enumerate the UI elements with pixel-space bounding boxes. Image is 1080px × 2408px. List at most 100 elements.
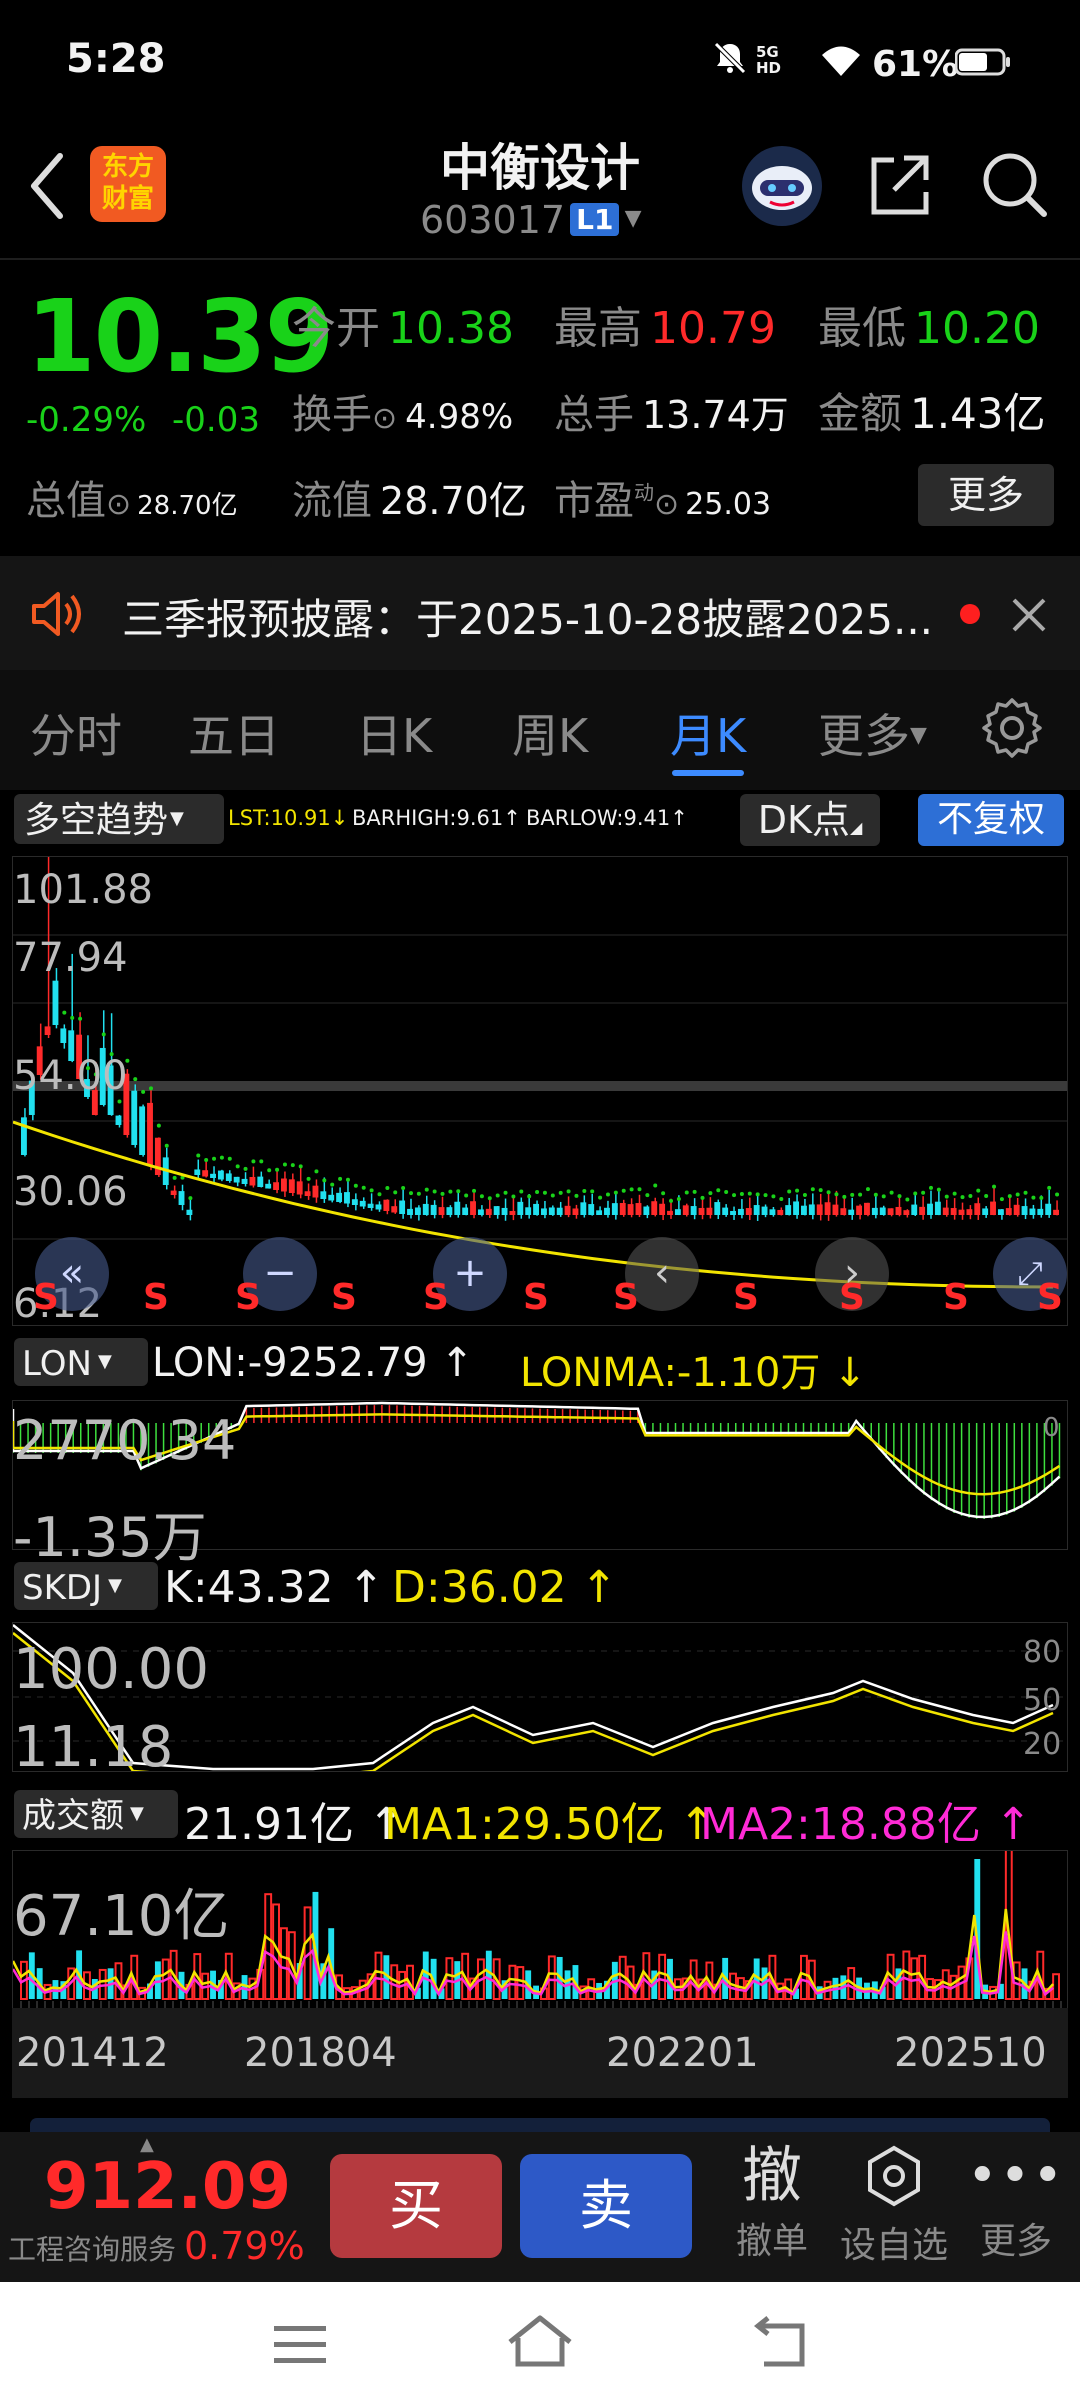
wifi-icon [820,44,862,78]
amount-bar [658,1953,667,2000]
caret-down-icon: ▼ [97,1351,112,1372]
mktcap-label: 总值 [26,478,106,524]
skdj-chart[interactable]: 100.00 11.18 80 50 20 [12,1622,1068,1780]
tab-monthly-k[interactable]: 月K [670,700,746,766]
tab-daily-k[interactable]: 日K [356,700,432,766]
active-tab-indicator [672,770,744,776]
pe-value: 25.03 [685,487,772,522]
barlow-value: BARLOW:9.41↑ [526,806,688,830]
unread-dot [960,604,980,624]
kline-chart[interactable]: 101.88 77.94 54.00 30.06 6.12 « − + ‹ › … [12,856,1068,1327]
chevron-down-icon: ▼ [624,206,642,231]
dk-label: DK点 [757,798,850,842]
float-stat: 流值 28.70亿 [292,468,527,526]
tab-five-day[interactable]: 五日 [188,700,280,766]
back-icon[interactable] [26,150,66,222]
close-icon[interactable] [1010,596,1048,634]
more-quote-button[interactable]: 更多 [918,464,1054,526]
amount-bar [154,1961,161,1999]
battery-icon [954,48,1011,76]
amount-bar [280,1927,288,2000]
volume-value: 13.74万 [642,393,789,437]
amount-selector[interactable]: 成交额 ▼ [14,1790,178,1838]
skdj-y-top: 100.00 [13,1637,209,1702]
tab-more-label: 更多 [818,709,910,763]
home-icon[interactable] [506,2314,574,2370]
lon-y-top: 2770.34 [13,1409,237,1472]
cancel-glyph-icon: 撤 [742,2141,802,2211]
float-label: 流值 [292,478,372,524]
add-watchlist-button[interactable]: 设自选 [836,2140,952,2268]
tab-intraday[interactable]: 分时 [30,700,122,766]
amount-bar [547,1955,556,2000]
tab-weekly-k[interactable]: 周K [512,700,588,766]
pe-label: 市盈 [554,478,634,524]
sell-signal-marker: S [143,1277,169,1318]
speaker-icon [28,586,88,642]
back-nav-icon[interactable] [752,2316,812,2372]
amount-indicator-name: 成交额 [22,1796,124,1836]
lon-chart[interactable]: 2770.34 -1.35万 0 [12,1400,1068,1569]
network-label: 5G HD [756,43,782,77]
watchlist-icon [868,2145,920,2207]
lon-selector[interactable]: LON ▼ [14,1338,148,1386]
amount-bar [910,1957,919,2001]
sell-signal-marker: S [613,1277,639,1318]
skdj-name: SKDJ [22,1568,103,1608]
sector-name[interactable]: 工程咨询服务 [8,2228,176,2268]
skdj-level-20: 20 [1023,1727,1062,1762]
skdj-selector[interactable]: SKDJ ▼ [14,1562,158,1610]
search-icon[interactable] [978,148,1050,220]
stock-code-selector[interactable]: 603017 L1 ▼ [420,198,642,244]
dk-point-button[interactable]: DK点◢ [740,794,880,846]
amount-bar [374,1951,383,2000]
change-amount: -0.03 [172,400,260,440]
stock-code: 603017 [420,198,566,242]
buy-button[interactable]: 买 [330,2154,502,2258]
sector-index-value[interactable]: 912.09 [44,2150,291,2224]
corner-caret-icon: ◢ [849,818,863,837]
logo-text-2: 财富 [101,184,154,214]
turnover-value: 4.98% [405,397,514,437]
adjust-mode-button[interactable]: 不复权 [918,794,1064,846]
skdj-y-bottom: 11.18 [13,1715,174,1780]
lon-zero-label: 0 [1043,1413,1060,1443]
low-stat: 最低 10.20 [818,292,1040,356]
amount-bar [902,1950,911,2000]
amount-chart[interactable]: 67.10亿 [12,1850,1068,2010]
amount-bar [485,1950,492,1999]
caret-down-icon: ▼ [910,723,927,748]
notice-bar[interactable]: 三季报预披露：于2025-10-28披露2025... [0,556,1080,670]
amount-bar [508,1964,517,2001]
tab-more[interactable]: 更多▼ [818,700,927,766]
app-logo[interactable]: 东方 财富 [90,146,166,222]
low-label: 最低 [818,303,906,354]
amount-bar [1052,1973,1061,2000]
gear-icon[interactable] [980,696,1044,760]
ai-robot-avatar[interactable] [740,144,824,228]
sell-signal-marker: S [33,1277,59,1318]
amount-y-top: 67.10亿 [13,1884,230,1949]
share-icon[interactable] [864,150,934,220]
lon-y-bottom: -1.35万 [13,1506,207,1569]
turnover-label: 换手 [292,392,372,438]
amount-ma2: MA2:18.88亿 ↑ [700,1799,1032,1850]
amount-bar [800,1954,808,2000]
menu-icon[interactable] [272,2322,328,2366]
more-actions-button[interactable]: ••• 更多 [966,2140,1066,2264]
info-icon: ⊙ [654,487,680,522]
cancel-order-button[interactable]: 撤 撤单 [722,2140,822,2264]
mktcap-stat: 总值⊙ 28.70亿 [26,468,238,526]
volume-label: 总手 [554,392,634,438]
amount-value: 1.43亿 [910,389,1046,438]
high-label: 最高 [554,303,642,354]
sell-signal-marker: S [331,1277,357,1318]
sell-button[interactable]: 卖 [520,2154,692,2258]
amount-bar [264,1893,273,2000]
indicator-selector[interactable]: 多空趋势 ▼ [14,794,224,844]
skdj-level-80: 80 [1023,1635,1062,1670]
watchlist-label: 设自选 [839,2225,948,2266]
sell-signal-marker: S [523,1277,549,1318]
stock-title: 中衡设计 [440,139,640,197]
drawer-handle[interactable] [30,2118,1050,2132]
